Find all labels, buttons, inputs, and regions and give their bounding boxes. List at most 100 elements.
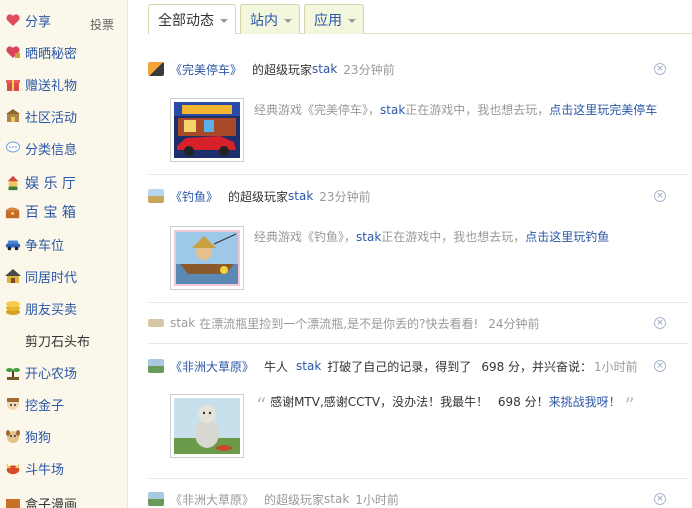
sidebar-item-label: 分类信息 <box>25 142 78 158</box>
game-link[interactable]: 《非洲大草原》 <box>170 358 254 375</box>
close-icon[interactable]: × <box>654 360 666 372</box>
open-quote-icon: “ <box>256 393 267 417</box>
parking-game-icon <box>148 62 164 76</box>
close-icon[interactable]: × <box>654 63 666 75</box>
quote-score: 698 分！ <box>497 395 549 409</box>
user-link[interactable]: stak <box>312 62 337 76</box>
sidebar-item-label: 分享 <box>25 14 52 30</box>
timestamp: 1小时前 <box>355 492 399 507</box>
sidebar-item-dog[interactable]: 狗狗 <box>0 423 128 449</box>
feed-divider <box>148 478 688 479</box>
challenge-link[interactable]: 来挑战我呀！ <box>549 395 621 409</box>
sprout-icon <box>5 364 21 380</box>
close-icon[interactable]: × <box>654 493 666 505</box>
savanna-game-thumbnail[interactable] <box>170 394 244 458</box>
game-link[interactable]: 《完美停车》 <box>170 61 242 78</box>
sidebar-item-label: 斗牛场 <box>25 462 65 478</box>
timestamp: 24分钟前 <box>488 316 540 331</box>
sidebar-item-treasure[interactable]: 百 宝 箱 <box>0 199 128 225</box>
user-link[interactable]: stak <box>356 230 381 244</box>
feed-text: 牛人 <box>264 359 289 374</box>
user-link[interactable]: stak <box>288 189 313 203</box>
drift-bottle-icon <box>148 319 164 327</box>
tab-apps[interactable]: 应用 <box>304 4 364 34</box>
feed-item-header: 《钓鱼》 的超级玩家 stak 23分钟前 <box>148 187 371 205</box>
timestamp: 23分钟前 <box>319 189 371 204</box>
feed-item-header: 《非洲大草原》 牛人 stak 打破了自己的记录，得到了 698 分，并兴奋说：… <box>148 357 638 375</box>
timestamp: 1小时前 <box>594 359 638 374</box>
sidebar-item-rock-paper-scissors[interactable]: 剪刀石头布 <box>0 327 128 353</box>
sidebar-item-comic-box[interactable]: 盒子漫画 <box>0 490 128 508</box>
desc-text: 经典游戏《完美停车》， <box>254 103 381 117</box>
quote-text: 感谢MTV,感谢CCTV，没办法！我最牛！ <box>270 395 489 409</box>
sidebar-item-farm[interactable]: 开心农场 <box>0 359 128 385</box>
savanna-game-icon <box>148 492 164 506</box>
sidebar-item-bullfight[interactable]: 斗牛场 <box>0 455 128 481</box>
user-link[interactable]: stak <box>380 103 405 117</box>
close-quote-icon: ” <box>624 393 635 417</box>
house-icon <box>5 268 21 284</box>
feed-divider <box>148 343 688 344</box>
play-parking-link[interactable]: 点击这里玩完美停车 <box>549 103 657 117</box>
feed-description: 经典游戏《完美停车》，stak正在游戏中，我也想去玩，点击这里玩完美停车 <box>254 101 657 118</box>
sidebar-item-gold-dig[interactable]: 挖金子 <box>0 391 128 417</box>
dog-icon <box>5 428 21 444</box>
tab-label: 全部动态 <box>158 12 214 29</box>
fishing-game-icon <box>148 189 164 203</box>
sidebar-item-cohabit[interactable]: 同居时代 <box>0 263 128 289</box>
feed-description: 经典游戏《钓鱼》，stak正在游戏中，我也想去玩，点击这里玩钓鱼 <box>254 228 609 245</box>
game-link[interactable]: 《非洲大草原》 <box>170 491 254 508</box>
sidebar-item-label: 朋友买卖 <box>25 302 78 318</box>
sidebar-item-friend-trade[interactable]: 朋友买卖 <box>0 295 128 321</box>
sidebar-item-gift[interactable]: 赠送礼物 <box>0 71 128 97</box>
tab-site[interactable]: 站内 <box>240 4 300 34</box>
fishing-game-thumbnail[interactable] <box>170 226 244 290</box>
game-link[interactable]: 《钓鱼》 <box>170 188 218 205</box>
desc-text: 正在游戏中，我也想去玩， <box>381 230 526 244</box>
coins-icon <box>5 300 21 316</box>
play-fishing-link[interactable]: 点击这里玩钓鱼 <box>525 230 609 244</box>
sidebar-item-entertainment[interactable]: 娱 乐 厅 <box>0 170 128 196</box>
timestamp: 23分钟前 <box>343 62 395 77</box>
sidebar-item-parking[interactable]: 争车位 <box>0 231 128 257</box>
parking-game-image <box>174 102 240 158</box>
feed-text: 的超级玩家 <box>252 62 313 77</box>
sidebar-item-share[interactable]: 分享 <box>0 7 128 33</box>
sidebar-item-secret[interactable]: 晒晒秘密 <box>0 39 128 65</box>
desc-text: 正在游戏中，我也想去玩， <box>405 103 550 117</box>
sidebar-item-label: 挖金子 <box>25 398 65 414</box>
tab-label: 站内 <box>250 12 278 29</box>
chevron-down-icon <box>220 19 228 23</box>
parking-game-thumbnail[interactable] <box>170 98 244 162</box>
tab-all-activity[interactable]: 全部动态 <box>148 4 236 34</box>
feed-item-header: 《非洲大草原》 的超级玩家 stak 1小时前 <box>148 490 399 508</box>
feed-divider <box>148 302 688 303</box>
sidebar-item-label: 赠送礼物 <box>25 78 78 94</box>
sidebar-item-label: 盒子漫画 <box>25 497 78 508</box>
sidebar-item-classified[interactable]: 分类信息 <box>0 135 128 161</box>
feed-text: 在漂流瓶里捡到一个漂流瓶,是不是你丢的?快去看看! <box>199 316 479 331</box>
scissors-icon <box>5 332 21 348</box>
sidebar-item-label: 剪刀石头布 <box>25 334 91 350</box>
sidebar-item-label: 百 宝 箱 <box>25 205 76 221</box>
user-link[interactable]: stak <box>296 359 321 373</box>
close-icon[interactable]: × <box>654 317 666 329</box>
user-link[interactable]: stak <box>324 492 349 506</box>
sidebar-item-label: 争车位 <box>25 238 65 254</box>
feed-text: 的超级玩家 <box>228 189 289 204</box>
sidebar-item-label: 娱 乐 厅 <box>25 176 76 192</box>
sidebar-item-label: 晒晒秘密 <box>25 46 78 62</box>
comic-box-icon <box>5 495 21 508</box>
sidebar-item-community[interactable]: 社区活动 <box>0 103 128 129</box>
fishing-game-image <box>174 230 240 286</box>
user-link[interactable]: stak <box>170 316 195 330</box>
feed-item-header: stak 在漂流瓶里捡到一个漂流瓶,是不是你丢的?快去看看! 24分钟前 <box>148 314 540 332</box>
close-icon[interactable]: × <box>654 190 666 202</box>
desc-text: 经典游戏《钓鱼》， <box>254 230 357 244</box>
feed-text: 打破了自己的记录，得到了 <box>327 359 472 374</box>
car-icon <box>5 236 21 252</box>
sidebar-item-label: 开心农场 <box>25 366 78 382</box>
sidebar-item-label: 社区活动 <box>25 110 78 126</box>
sidebar-item-label: 狗狗 <box>25 430 52 446</box>
tab-label: 应用 <box>314 12 342 29</box>
